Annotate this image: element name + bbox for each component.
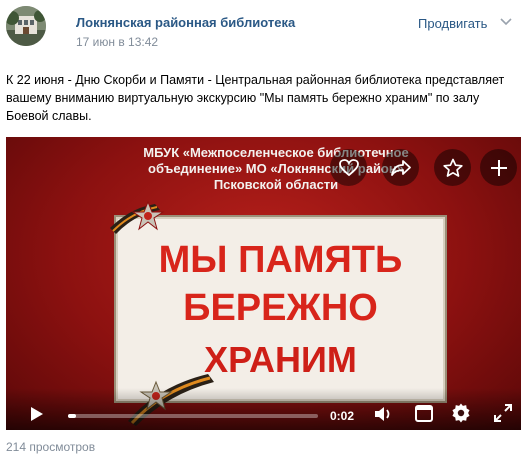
- star-icon: [442, 158, 463, 177]
- play-icon[interactable]: [30, 406, 44, 422]
- promote-button[interactable]: Продвигать: [418, 16, 487, 31]
- post-timestamp[interactable]: 17 июн в 13:42: [76, 35, 158, 49]
- video-player[interactable]: МБУК «Межпоселенческое библиотечное объе…: [6, 137, 521, 430]
- share-icon: [390, 159, 411, 176]
- like-button[interactable]: [330, 149, 367, 186]
- video-title-line-2: БЕРЕЖНО: [183, 287, 378, 329]
- plus-icon: [490, 159, 507, 176]
- fullscreen-icon[interactable]: [494, 404, 512, 422]
- video-header-line-3: Псковской области: [213, 177, 339, 192]
- progress-bar[interactable]: [68, 414, 318, 418]
- volume-icon[interactable]: [374, 405, 394, 423]
- video-controls: 0:02: [6, 388, 521, 430]
- video-title-line-1: МЫ ПАМЯТЬ: [158, 239, 403, 281]
- share-button[interactable]: [382, 149, 419, 186]
- heart-icon: [338, 158, 359, 176]
- group-avatar[interactable]: [6, 6, 46, 46]
- group-name-link[interactable]: Локнянская районная библиотека: [76, 15, 295, 30]
- favorite-button[interactable]: [434, 149, 471, 186]
- chevron-down-icon[interactable]: [500, 18, 512, 26]
- progress-bar-fill: [68, 414, 76, 418]
- post-text: К 22 июня - Дню Скорби и Памяти - Центра…: [6, 73, 505, 123]
- add-video-button[interactable]: [480, 149, 517, 186]
- settings-icon[interactable]: [451, 403, 471, 423]
- order-star-icon: [110, 200, 165, 234]
- video-timecode: 0:02: [330, 409, 355, 423]
- view-count: 214 просмотров: [6, 440, 96, 454]
- miniplayer-icon[interactable]: [415, 405, 433, 422]
- post-header: Локнянская районная библиотека 17 июн в …: [0, 0, 524, 60]
